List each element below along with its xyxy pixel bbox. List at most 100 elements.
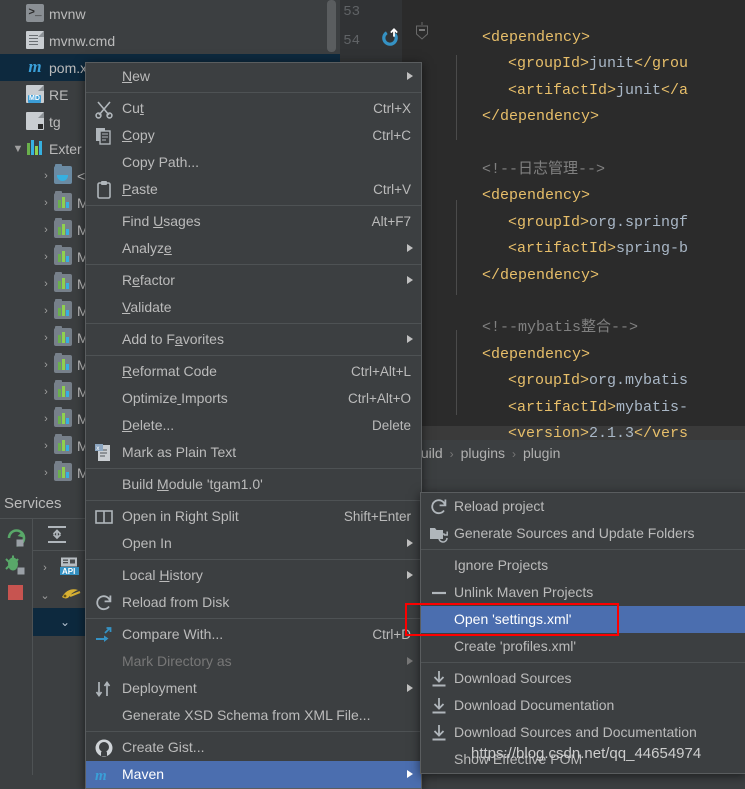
context-menu-item-optimize-imports[interactable]: Optimize ImportsCtrl+Alt+O [86,385,421,412]
context-menu-item-copy[interactable]: CopyCtrl+C [86,122,421,149]
code-token: </vers [634,425,688,440]
breadcrumb-item-plugins[interactable]: plugins [460,445,506,461]
context-menu-item-delete[interactable]: Delete...Delete [86,412,421,439]
context-menu-item-find-usages[interactable]: Find UsagesAlt+F7 [86,208,421,235]
code-token: org.mybatis [589,372,688,389]
maven-submenu-item-create-profiles-xml[interactable]: Create 'profiles.xml' [421,633,745,660]
chevron-right-icon[interactable]: › [38,406,54,433]
context-menu-item-build-module-tgam1-0[interactable]: Build Module 'tgam1.0' [86,471,421,498]
tree-item-label: mvnw.cmd [49,33,115,49]
context-menu-item-cut[interactable]: CutCtrl+X [86,95,421,122]
chevron-right-icon[interactable]: › [38,298,54,325]
maven-submenu-item-download-documentation[interactable]: Download Documentation [421,692,745,719]
submenu-arrow-icon [407,571,413,579]
chevron-right-icon[interactable]: › [38,352,54,379]
maven-submenu-item-generate-sources-and-update-folders[interactable]: Generate Sources and Update Folders [421,520,745,547]
maven-reload-project-icon[interactable] [382,28,400,46]
context-menu-item-copy-path[interactable]: Copy Path... [86,149,421,176]
chevron-right-icon[interactable]: › [38,325,54,352]
menu-item-label: Generate Sources and Update Folders [454,525,694,541]
menu-item-label: Download Sources [454,670,572,686]
context-menu-item-reformat-code[interactable]: Reformat Code Ctrl+Alt+L [86,358,421,385]
context-menu-item-compare-with[interactable]: Compare With...Ctrl+D [86,621,421,648]
file-context-menu[interactable]: New CutCtrl+XCopyCtrl+CCopy Path... Paste C… [85,62,422,789]
menu-separator [421,662,745,663]
maven-submenu-item-ignore-projects[interactable]: Ignore Projects [421,552,745,579]
code-token: <artifactId> [508,82,616,99]
menu-item-label: Build Module 'tgam1.0' [122,476,263,492]
context-menu-item-add-to-favorites[interactable]: Add to Favorites [86,326,421,353]
jdk-folder-icon [54,166,72,184]
maven-submenu-item-download-sources-and-documentation[interactable]: Download Sources and Documentation [421,719,745,746]
spring-boot-icon [60,585,82,603]
chevron-right-icon[interactable]: › [38,244,54,271]
code-token: </dependency> [482,267,599,284]
chevron-right-icon[interactable]: › [38,379,54,406]
maven-library-icon [54,274,72,292]
paste-clipboard-icon [94,180,114,200]
code-token: junit [616,82,661,99]
expand-all-button[interactable] [45,523,69,547]
menu-item-label: Paste [122,181,158,197]
menu-item-label: Open 'settings.xml' [454,611,571,627]
menu-item-shortcut: Ctrl+V [373,176,411,203]
submenu-arrow-icon [407,657,413,665]
tree-item-mvnwcmd-1[interactable]: mvnw.cmd [0,27,340,54]
context-menu-item-generate-xsd-schema-from-xml-file[interactable]: Generate XSD Schema from XML File... [86,702,421,729]
chevron-right-icon[interactable]: › [38,190,54,217]
context-menu-item-refactor[interactable]: Refactor [86,267,421,294]
chevron-right-icon[interactable]: › [33,554,57,582]
menu-item-label: Mark Directory as [122,653,232,669]
context-menu-item-paste[interactable]: Paste Ctrl+V [86,176,421,203]
context-menu-item-reload-from-disk[interactable]: Reload from Disk [86,589,421,616]
chevron-right-icon[interactable]: › [38,163,54,190]
chevron-down-icon[interactable]: ⌄ [60,608,70,636]
menu-item-shortcut: Ctrl+Alt+L [351,358,411,385]
chevron-right-icon[interactable]: › [38,460,54,487]
context-menu-item-open-in[interactable]: Open In [86,530,421,557]
maven-submenu-item-reload-project[interactable]: Reload project [421,493,745,520]
line-number-54: 54 [340,33,360,49]
menu-item-shortcut: Ctrl+C [372,122,411,149]
tree-item-mvnw-0[interactable]: >_mvnw [0,0,340,27]
svg-text:API: API [62,567,75,575]
chevron-down-icon[interactable]: ▼ [10,136,26,163]
context-menu-item-open-in-right-split[interactable]: Open in Right SplitShift+Enter [86,503,421,530]
project-tree-scrollbar[interactable] [327,0,336,52]
context-menu-item-analyze[interactable]: Analyze [86,235,421,262]
submenu-arrow-icon [407,539,413,547]
menu-item-label: Reformat Code [122,363,217,379]
chevron-right-icon[interactable]: › [38,433,54,460]
context-menu-item-local-history[interactable]: Local History [86,562,421,589]
context-menu-item-deployment[interactable]: Deployment [86,675,421,702]
context-menu-item-new[interactable]: New [86,63,421,90]
chevron-right-icon[interactable]: › [38,217,54,244]
chevron-down-icon[interactable]: ⌄ [33,582,57,610]
cmd-file-icon [26,31,44,49]
services-left-toolbar[interactable] [0,519,32,775]
code-token: <dependency> [482,346,590,363]
maven-submenu[interactable]: Reload project Generate Sources and Updat… [420,492,745,774]
debug-button[interactable] [4,553,28,577]
maven-submenu-item-open-settings-xml[interactable]: Open 'settings.xml' [421,606,745,633]
context-menu-item-validate[interactable]: Validate [86,294,421,321]
code-line-12: <dependency> [482,345,590,364]
menu-item-label: Download Documentation [454,697,614,713]
menu-item-label: Create 'profiles.xml' [454,638,576,654]
maven-submenu-item-download-sources[interactable]: Download Sources [421,665,745,692]
menu-item-shortcut: Ctrl+X [373,95,411,122]
context-menu-item-create-gist[interactable]: Create Gist... [86,734,421,761]
rerun-button[interactable] [4,525,28,549]
code-text-area[interactable]: <dependency><groupId>junit</grou<artifac… [402,0,745,440]
maven-library-icon [54,193,72,211]
shell-script-icon: >_ [26,4,44,22]
tree-item-label: Exter [49,141,82,157]
code-line-7: <groupId>org.springf [508,213,688,232]
code-token: <dependency> [482,29,590,46]
chevron-right-icon[interactable]: › [38,271,54,298]
breadcrumb-item-plugin[interactable]: plugin [522,445,561,461]
context-menu-item-mark-as-plain-text[interactable]: xMark as Plain Text [86,439,421,466]
stop-button[interactable] [4,581,28,605]
maven-submenu-item-unlink-maven-projects[interactable]: Unlink Maven Projects [421,579,745,606]
code-token: </dependency> [482,108,599,125]
